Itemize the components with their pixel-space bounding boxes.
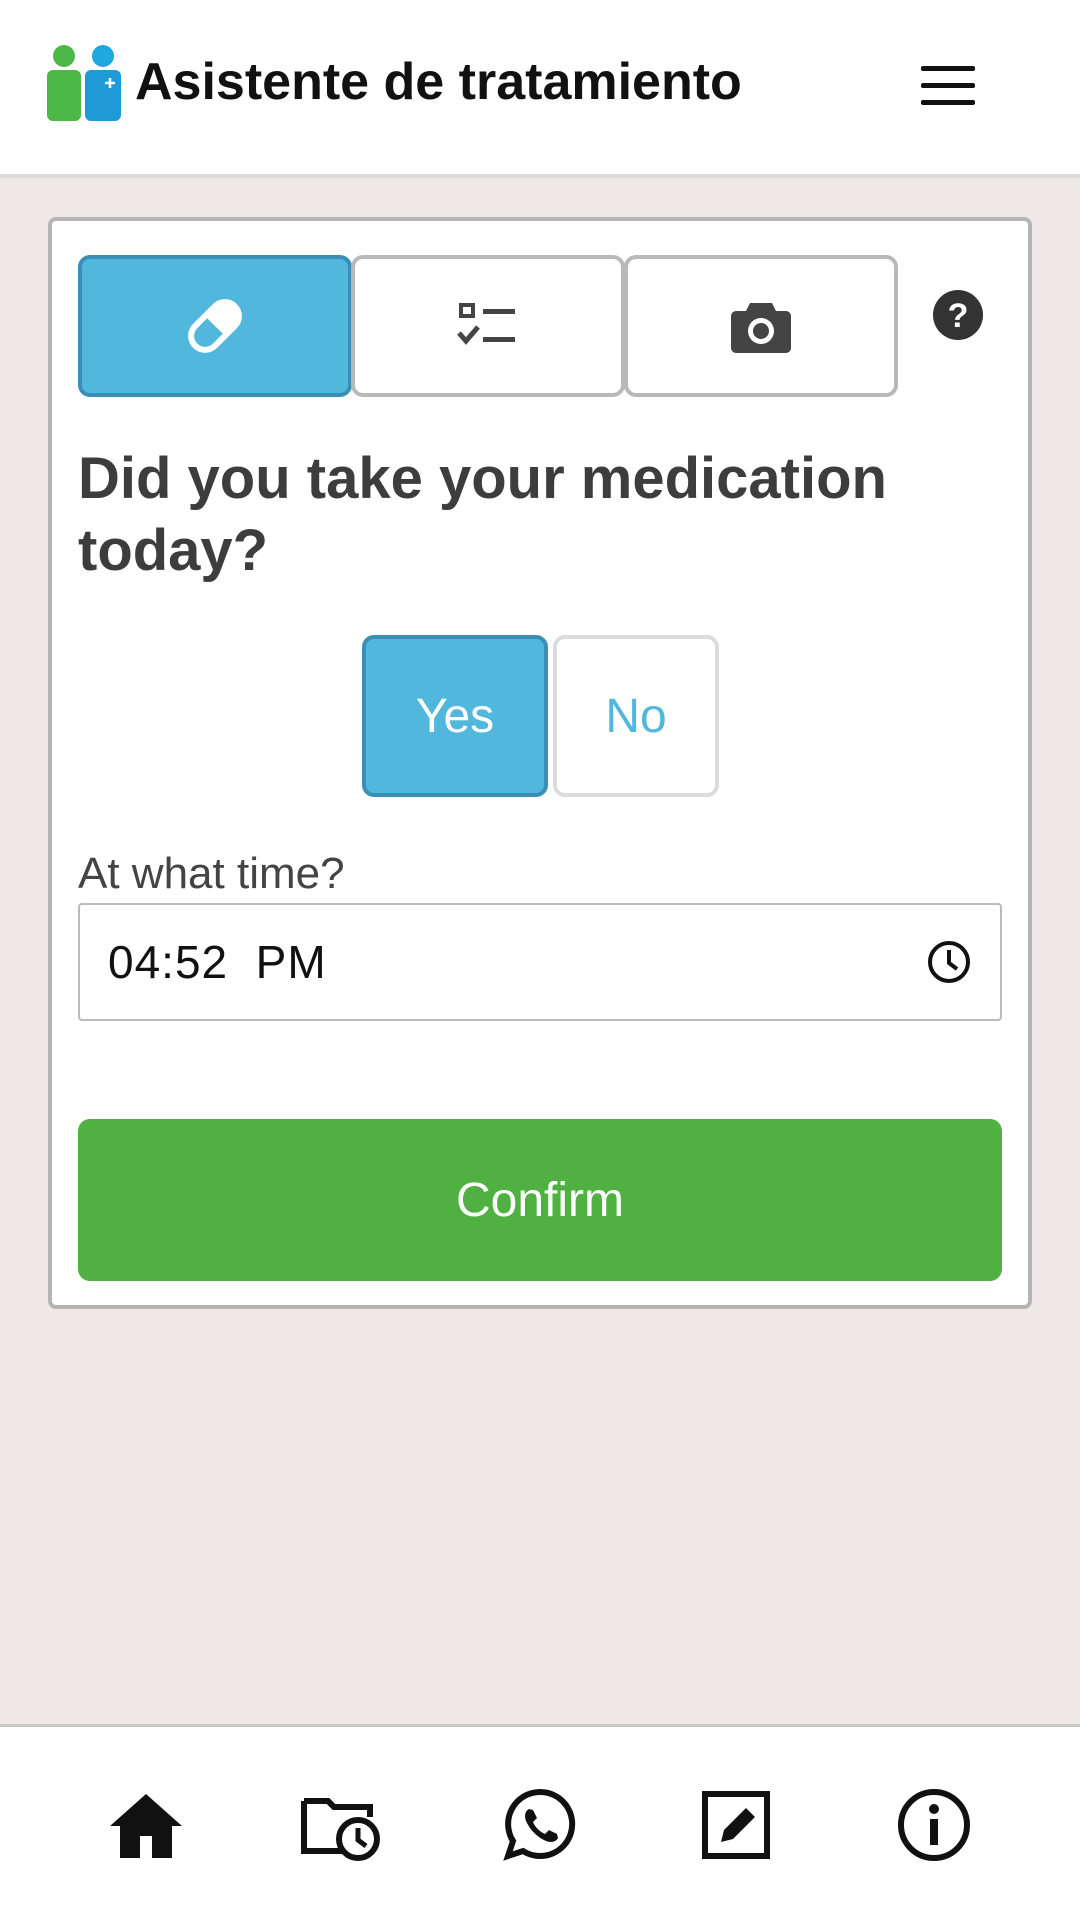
info-icon <box>898 1789 970 1861</box>
nav-info[interactable] <box>892 1783 976 1867</box>
whatsapp-icon <box>503 1788 576 1861</box>
yes-button[interactable]: Yes <box>362 635 548 797</box>
tab-checklist[interactable] <box>351 255 625 397</box>
time-input[interactable]: 04:52 PM <box>78 903 1002 1021</box>
checklist-icon <box>457 303 515 345</box>
time-value: 04:52 PM <box>108 936 327 988</box>
hamburger-menu-icon[interactable] <box>918 64 978 108</box>
people-medical-logo-icon <box>47 45 121 121</box>
svg-text:?: ? <box>948 297 969 335</box>
no-button[interactable]: No <box>553 635 719 797</box>
home-icon <box>110 1794 182 1858</box>
clock-icon[interactable] <box>926 939 972 985</box>
app-title: Asistente de tratamiento <box>135 53 742 111</box>
nav-edit[interactable] <box>694 1783 778 1867</box>
nav-whatsapp[interactable] <box>498 1783 582 1867</box>
question-heading: Did you take your medication today? <box>78 446 887 583</box>
calendar-clock-icon <box>301 1798 380 1861</box>
bottom-navigation <box>0 1724 1080 1920</box>
edit-icon <box>702 1791 770 1859</box>
medication-card: ? Did you take your medication today? Ye… <box>48 217 1032 1309</box>
app-header: Asistente de tratamiento <box>0 0 1080 178</box>
nav-history[interactable] <box>300 1783 384 1867</box>
tab-photo[interactable] <box>624 255 898 397</box>
pill-icon <box>188 299 242 353</box>
tab-medication[interactable] <box>78 255 352 397</box>
nav-home[interactable] <box>104 1783 188 1867</box>
confirm-button[interactable]: Confirm <box>78 1119 1002 1281</box>
camera-icon <box>731 303 791 353</box>
question-circle-icon[interactable]: ? <box>932 289 984 341</box>
time-label: At what time? <box>78 849 345 898</box>
